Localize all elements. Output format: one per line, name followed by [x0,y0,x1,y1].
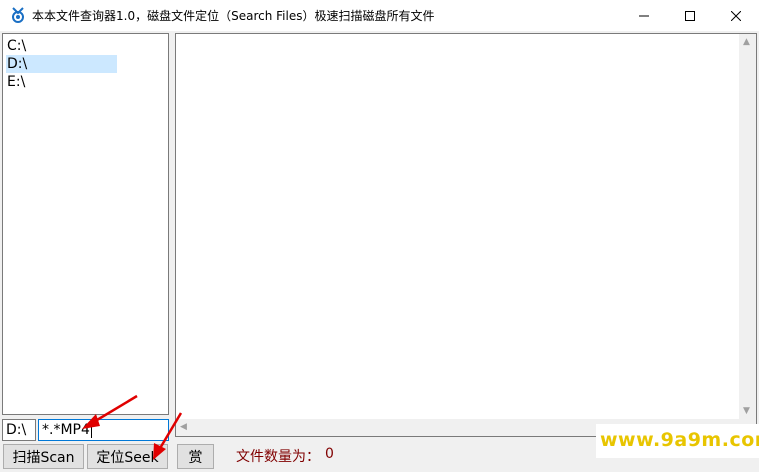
scroll-down-icon[interactable]: ▼ [743,407,750,416]
minimize-button[interactable] [621,0,667,31]
drive-list[interactable]: C:\ D:\ E:\ [2,33,169,415]
minimize-icon [639,15,649,16]
drive-path-field[interactable]: D:\ [2,419,36,441]
file-count-label: 文件数量为： [236,449,320,465]
reward-button[interactable]: 赏 [177,444,214,469]
text-caret [91,423,92,438]
scroll-up-icon[interactable]: ▲ [743,38,750,47]
close-icon [731,10,741,21]
app-window: 本本文件查询器1.0，磁盘文件定位（Search Files）极速扫描磁盘所有文… [0,0,759,472]
results-list[interactable]: ▲ ▼ ◀ [175,33,757,437]
maximize-button[interactable] [667,0,713,31]
maximize-icon [685,10,695,21]
close-button[interactable] [713,0,759,31]
drive-item-e[interactable]: E:\ [6,73,117,91]
file-count-value: 0 [325,446,334,462]
scan-button[interactable]: 扫描Scan [3,444,84,469]
title-bar[interactable]: 本本文件查询器1.0，磁盘文件定位（Search Files）极速扫描磁盘所有文… [0,0,759,31]
file-pattern-input[interactable] [38,419,169,441]
vertical-scrollbar[interactable]: ▲ ▼ [739,34,756,420]
drive-item-c[interactable]: C:\ [6,37,117,55]
seek-button[interactable]: 定位Seek [87,444,168,469]
scroll-left-icon[interactable]: ◀ [180,423,187,432]
watermark-text: www.9a9m.com [600,429,759,451]
window-title: 本本文件查询器1.0，磁盘文件定位（Search Files）极速扫描磁盘所有文… [32,9,435,23]
drive-item-d[interactable]: D:\ [6,55,117,73]
app-logo-icon [12,7,24,23]
